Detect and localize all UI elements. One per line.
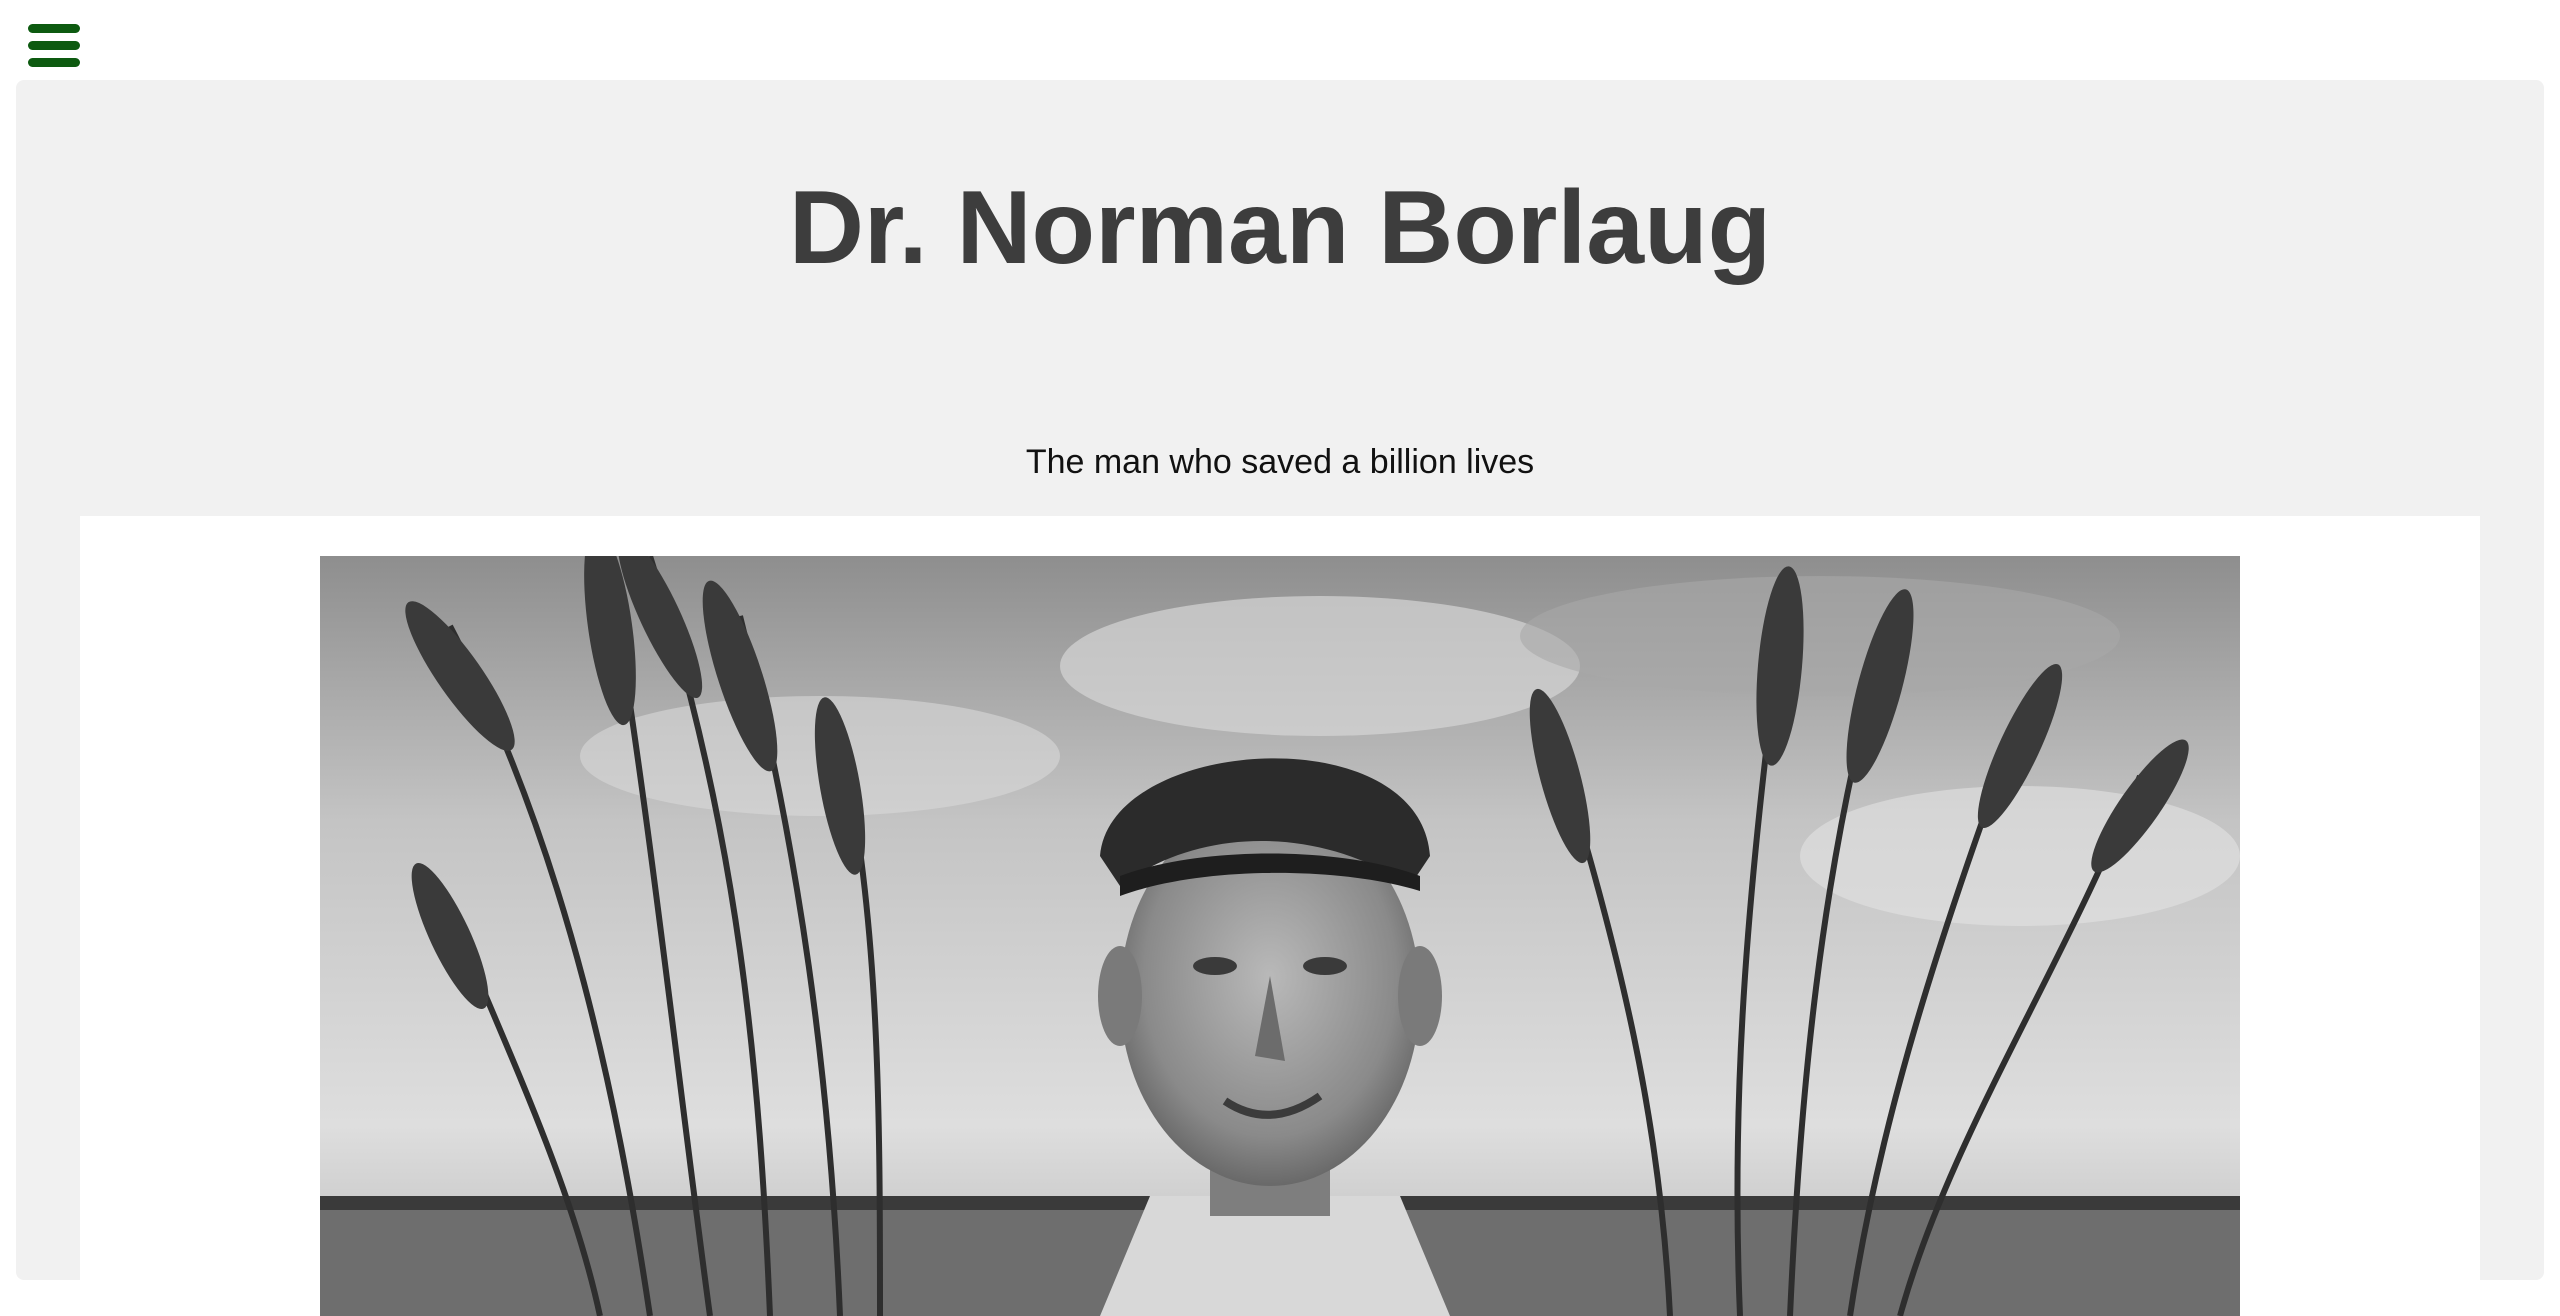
photo-card [80, 516, 2480, 1316]
menu-bar-bottom [28, 58, 80, 67]
hamburger-menu-button[interactable] [28, 24, 80, 68]
hero-photo [320, 556, 2240, 1316]
menu-bar-top [28, 24, 80, 33]
page-title: Dr. Norman Borlaug [788, 170, 1772, 286]
menu-bar-middle [28, 41, 80, 50]
main-panel: Dr. Norman Borlaug The man who saved a b… [16, 80, 2544, 1316]
page-subtitle: The man who saved a billion lives [1025, 443, 1535, 481]
